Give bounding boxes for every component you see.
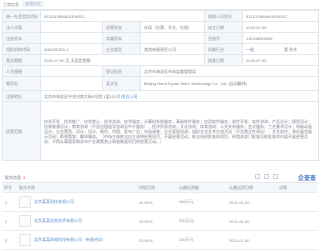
business-scope-value: 技术开发、技术推广、技术转让、技术咨询、技术服务；计算机系统服务；基础软件服务；… — [39, 101, 320, 161]
staff-size-value — [40, 65, 103, 77]
row-detail-link[interactable] — [278, 192, 318, 212]
reg-authority-key: 登记机关 — [102, 65, 141, 77]
org-code-key: 组织机构代码 — [2, 43, 41, 55]
shareholders-count: 3 — [23, 175, 26, 180]
company-logo — [19, 215, 31, 227]
approval-date-value: 2020-07-00 — [242, 54, 320, 66]
row-date: 2021-01-00 — [228, 211, 278, 231]
address-value: 北京市海淀区中关村南大街5号院 1层101号 附近公司 — [39, 90, 320, 102]
address-text: 北京市海淀区中关村南大街5号院 — [44, 93, 103, 99]
company-logo — [19, 234, 31, 246]
row-no: 1 — [2, 192, 18, 212]
english-name-value: Beijing Hmrd Kyuan Wsrn Technology Co., … — [139, 76, 320, 91]
industry-text: 技术 — [289, 46, 298, 52]
org-code-value: MA01RXR2-C — [40, 43, 103, 55]
legal-rep-value[interactable] — [40, 21, 103, 33]
col-header-name: 股东名称 — [18, 183, 138, 193]
status-key: 经营状态 — [102, 21, 141, 33]
history-badge[interactable]: 查看历史 — [22, 1, 44, 7]
industry-key: 所属行业 — [204, 43, 244, 55]
export-icon[interactable] — [273, 174, 278, 179]
established-key: 成立日期 — [204, 21, 244, 33]
auto-translate-note: (自动翻译) — [228, 81, 248, 86]
taxpayer-id-value: 91110108MA01RXR2C — [242, 10, 320, 22]
term-value: 2020-07-00 至 无固定期限 — [39, 54, 206, 66]
industry-prefix-text: 第 — [284, 46, 289, 52]
row-ratio: 33.00% — [138, 211, 178, 231]
row-date: 2021-01-00 — [228, 230, 278, 250]
industry-value: 一般 第 技术 — [242, 43, 320, 55]
reg-capital-value — [40, 32, 103, 44]
credit-code-key: 统一社会信用代码 — [2, 10, 41, 22]
paid-capital-key: 实缴资本 — [102, 32, 141, 44]
col-header-amount: 认缴出资额 — [178, 183, 228, 193]
former-name-value — [40, 76, 103, 91]
row-amount: 330万元 — [178, 230, 228, 250]
reg-authority-value: 北京市海淀区市场监督管理局 — [139, 65, 320, 77]
taxpayer-qualification-text: 一般 — [246, 46, 255, 52]
address-extra-text: 1层101号 — [103, 93, 121, 99]
table-header: 序号 股东名称 持股比例 认缴出资额 认缴出资日期 详情 — [2, 183, 318, 193]
row-no: 3 — [2, 230, 18, 250]
row-ratio: 34.00% — [138, 192, 178, 212]
nearby-companies-link[interactable]: 附近公司 — [121, 94, 137, 99]
company-type-value: 其他有限责任公司 — [139, 43, 206, 55]
shareholders-title: 股东信息 3 — [5, 175, 25, 181]
row-date: 2021-01-00 — [228, 192, 278, 212]
address-key: 注册地址 — [2, 90, 41, 102]
reg-number-value: 110108029636 — [242, 32, 320, 44]
row-amount: 330万元 — [178, 211, 228, 231]
col-header-date: 认缴出资日期 — [228, 183, 278, 193]
paid-capital-value — [139, 32, 206, 44]
business-scope-key: 经营范围 — [2, 101, 41, 161]
structure-icon[interactable] — [255, 174, 260, 179]
row-no: 2 — [2, 211, 18, 231]
former-name-key: 曾用名 — [2, 76, 41, 91]
english-name-text: Beijing Hmrd Kyuan Wsrn Technology Co., … — [144, 81, 228, 86]
company-name-link[interactable]: 北京某某网络科技有限公司（有限合伙） — [34, 237, 106, 243]
row-company: 北京某某网络科技有限公司（有限合伙） — [18, 230, 138, 250]
table-row: 3 北京某某网络科技有限公司（有限合伙） 33.00% 330万元 2021-0… — [2, 230, 318, 250]
company-type-key: 企业类型 — [102, 43, 141, 55]
approval-date-key: 核准日期 — [204, 54, 244, 66]
col-header-no: 序号 — [2, 183, 18, 193]
company-name-link[interactable]: 北京某某科技有限公司 — [34, 199, 74, 205]
reg-capital-key: 注册资本 — [2, 32, 41, 44]
section-title: 工商信息 — [3, 2, 19, 7]
top-bar: 工商信息 查看历史 — [0, 0, 320, 10]
staff-size-key: 人员规模 — [2, 65, 41, 77]
row-detail-link[interactable] — [278, 230, 318, 250]
english-name-key: 英文名 — [102, 76, 141, 91]
reg-number-key: 注册号 — [204, 32, 244, 44]
business-info-table: 统一社会信用代码 91110108MA01RXR2C 纳税人识别号 911101… — [2, 10, 320, 161]
legal-rep-key: 法人代表 — [2, 21, 41, 33]
table-row: 2 北京某某信息技术有限公司 33.00% 330万元 2021-01-00 — [2, 211, 318, 231]
status-value: 存续（在营、开业、在册） — [139, 21, 206, 33]
term-key: 营业期限 — [2, 54, 41, 66]
established-value: 2020-07-00 — [242, 21, 320, 33]
row-detail-link[interactable] — [278, 211, 318, 231]
credit-code-value: 91110108MA01RXR2C — [39, 10, 206, 22]
row-amount: 340万元 — [178, 192, 228, 212]
shareholders-tools — [255, 174, 278, 179]
row-company: 北京某某科技有限公司 — [18, 192, 138, 212]
shareholders-header: 股东信息 3 企查查 — [2, 172, 318, 183]
table-row: 1 北京某某科技有限公司 34.00% 340万元 2021-01-00 — [2, 192, 318, 212]
brand-logo: 企查查 — [297, 176, 316, 182]
row-ratio: 33.00% — [138, 230, 178, 250]
col-header-detail: 详情 — [278, 183, 318, 193]
history-icon[interactable] — [264, 174, 269, 179]
company-name-link[interactable]: 北京某某信息技术有限公司 — [34, 218, 82, 224]
taxpayer-id-key: 纳税人识别号 — [204, 10, 244, 22]
company-logo — [19, 196, 31, 208]
shareholders-title-text: 股东信息 — [5, 175, 21, 180]
row-company: 北京某某信息技术有限公司 — [18, 211, 138, 231]
col-header-ratio: 持股比例 — [138, 183, 178, 193]
